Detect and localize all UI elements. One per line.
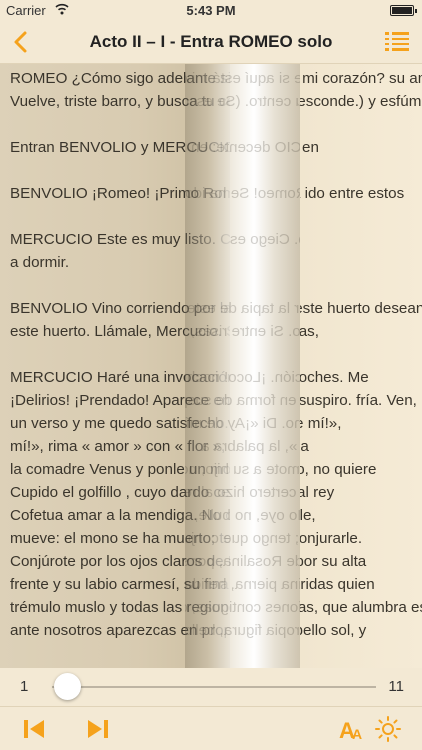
text-line-right: Cofetua amar a la mendiga. No oye, no bu… [300, 507, 316, 524]
text-line-ghost: ¡Delirios! ¡Prendado! Aparece en forma d… [185, 392, 300, 409]
slider-track[interactable] [52, 686, 376, 688]
text-line-right: Conjúrote por los ojos claros de Rosalin… [300, 553, 367, 570]
skip-forward-icon[interactable] [84, 715, 112, 743]
text-line-ghost: este huerto. Llámale, Mercucio. Si entre… [191, 323, 300, 340]
page-curl[interactable]: ROMEO ¿Cómo sigo adelante si aquí está m… [185, 64, 300, 668]
text-line-right: este huerto. Llámale, Mercucio. Si entre… [300, 323, 319, 340]
page-title: Acto II – I - Entra ROMEO solo [89, 32, 333, 51]
book-page[interactable]: ROMEO ¿Cómo sigo adelante si aquí está m… [0, 64, 422, 668]
text-line-ghost: un verso y me quedo satisfecho. Di «¡Ay … [185, 415, 300, 432]
chevron-left-icon[interactable] [8, 28, 36, 56]
text-line-ghost: frente y su labio carmesí, su fina piern… [185, 576, 300, 593]
text-line-right: Cupido el golfillo , cuyo dardo certero … [300, 484, 335, 501]
slider-min-label: 1 [20, 678, 29, 695]
text-line-ghost: Conjúrote por los ojos claros de Rosalin… [185, 553, 300, 570]
text-line-right: la comadre Venus y ponle un mote a su hi… [300, 461, 377, 478]
text-line-right: BENVOLIO Vino corriendo por la tapia de … [300, 300, 422, 317]
sun-icon[interactable] [374, 715, 402, 743]
text-line-ghost: Cofetua amar a la mendiga. No oye, no bu… [194, 507, 300, 524]
page-curl-backside-text: ROMEO ¿Cómo sigo adelante si aquí está m… [185, 64, 300, 668]
text-line-right: ¡Delirios! ¡Prendado! Aparece en forma d… [300, 392, 417, 409]
slider-max-label: 11 [388, 678, 404, 695]
text-line-right: a dormir. [300, 251, 410, 274]
text-line-right: mueve: el mono se ha muerto; tengo que c… [300, 530, 363, 547]
font-size-icon[interactable]: A A [338, 715, 366, 743]
text-line-right: ROMEO ¿Cómo sigo adelante si aquí está m… [300, 70, 422, 87]
text-line-right: MERCUCIO Haré una invocación. ¡Loco! noc… [300, 369, 369, 386]
text-line-right: BENVOLIO ¡Romeo! ¡Primo Romeo! Se ha ido… [300, 185, 405, 202]
text-line-ghost: MERCUCIO Haré una invocación. ¡Loco! noc… [185, 369, 300, 386]
page-text-right: ROMEO ¿Cómo sigo adelante si aquí está m… [300, 64, 422, 668]
text-line-ghost: BENVOLIO Vino corriendo por la tapia de … [185, 300, 300, 317]
text-line-ghost: Entran BENVOLIO y MERCUCIO decente: en [191, 139, 300, 156]
text-line-ghost: Vuelve, triste barro, y busca tu centro.… [185, 93, 300, 110]
text-line-ghost: ante nosotros aparezcas en propia figura… [185, 622, 300, 639]
bottom-toolbar: A A [0, 706, 422, 750]
text-line-ghost: mueve: el mono se ha muerto; tengo que c… [185, 530, 300, 547]
slider-thumb[interactable] [54, 673, 81, 700]
text-line-right: Vuelve, triste barro, y busca tu centro.… [300, 93, 422, 110]
text-line-right: Entran BENVOLIO y MERCUCIO decente: en [300, 139, 319, 156]
text-line-ghost: trémulo muslo y todas las regiones conti… [185, 599, 300, 616]
text-line-ghost: MERCUCIO Este es muy listo. Ciego es [229, 231, 300, 248]
list-icon[interactable] [384, 30, 410, 54]
text-line-right: ante nosotros aparezcas en propia figura… [300, 622, 367, 639]
text-line-right: MERCUCIO Este es muy listo. Ciego es [300, 228, 410, 251]
svg-text:A: A [352, 726, 362, 742]
text-line-right: un verso y me quedo satisfecho. Di «¡Ay … [300, 415, 342, 432]
skip-back-icon[interactable] [20, 715, 48, 743]
battery-icon [390, 5, 417, 16]
text-line-ghost: la comadre Venus y ponle un mote a su hi… [185, 461, 300, 478]
text-line-ghost: ROMEO ¿Cómo sigo adelante si aquí está m… [185, 70, 300, 87]
text-line-right: frente y su labio carmesí, su fina piern… [300, 576, 375, 593]
text-line-ghost: BENVOLIO ¡Romeo! ¡Primo Romeo! Se ha ido… [185, 185, 300, 202]
text-line-right: mí!», rima « amor » con « flor », la pal… [300, 438, 309, 455]
page-slider[interactable]: 1 11 [0, 668, 422, 706]
text-line-ghost: a dormir. [185, 251, 300, 274]
navigation-bar: Acto II – I - Entra ROMEO solo [0, 20, 422, 64]
status-bar: Carrier 5:43 PM [0, 0, 422, 20]
text-line-ghost: Cupido el golfillo , cuyo dardo certero … [185, 484, 300, 501]
text-line-right: trémulo muslo y todas las regiones conti… [300, 599, 422, 616]
text-line-ghost: mí!», rima « amor » con « flor », la pal… [201, 438, 300, 455]
clock: 5:43 PM [186, 3, 236, 18]
